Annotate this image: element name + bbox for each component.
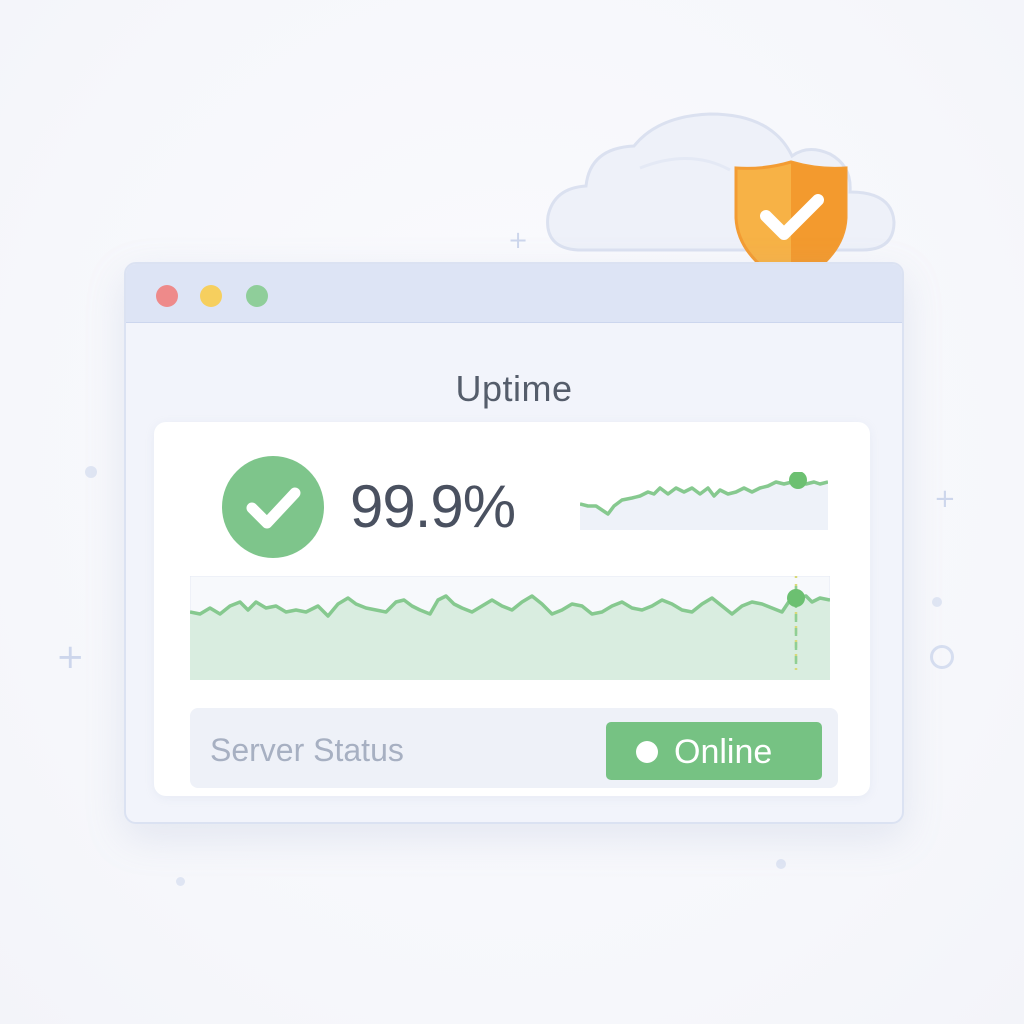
dot-decoration xyxy=(932,597,942,607)
dot-decoration xyxy=(176,877,185,886)
sparkle-decoration: + xyxy=(56,637,85,677)
dot-decoration xyxy=(776,859,786,869)
uptime-window: Uptime 99.9% Server Status Online xyxy=(124,262,904,824)
page-title: Uptime xyxy=(455,368,573,409)
close-window-button[interactable] xyxy=(156,285,178,307)
ring-decoration xyxy=(930,645,954,669)
server-status-bar: Server Status Online xyxy=(190,708,838,788)
uptime-sparkline xyxy=(580,472,828,530)
maximize-window-button[interactable] xyxy=(246,285,268,307)
uptime-history-chart xyxy=(190,576,830,680)
window-titlebar xyxy=(126,264,902,323)
dot-decoration xyxy=(85,466,97,478)
server-status-label: Server Status xyxy=(210,732,404,768)
online-status-text: Online xyxy=(674,733,773,771)
sparkle-decoration: + xyxy=(934,484,956,514)
check-icon xyxy=(222,456,324,558)
online-status-badge[interactable]: Online xyxy=(606,722,822,780)
minimize-window-button[interactable] xyxy=(200,285,222,307)
uptime-percentage: 99.9% xyxy=(350,473,516,540)
status-dot-icon xyxy=(636,741,658,763)
sparkle-decoration: + xyxy=(508,226,529,254)
uptime-card: 99.9% Server Status Online xyxy=(154,422,870,796)
